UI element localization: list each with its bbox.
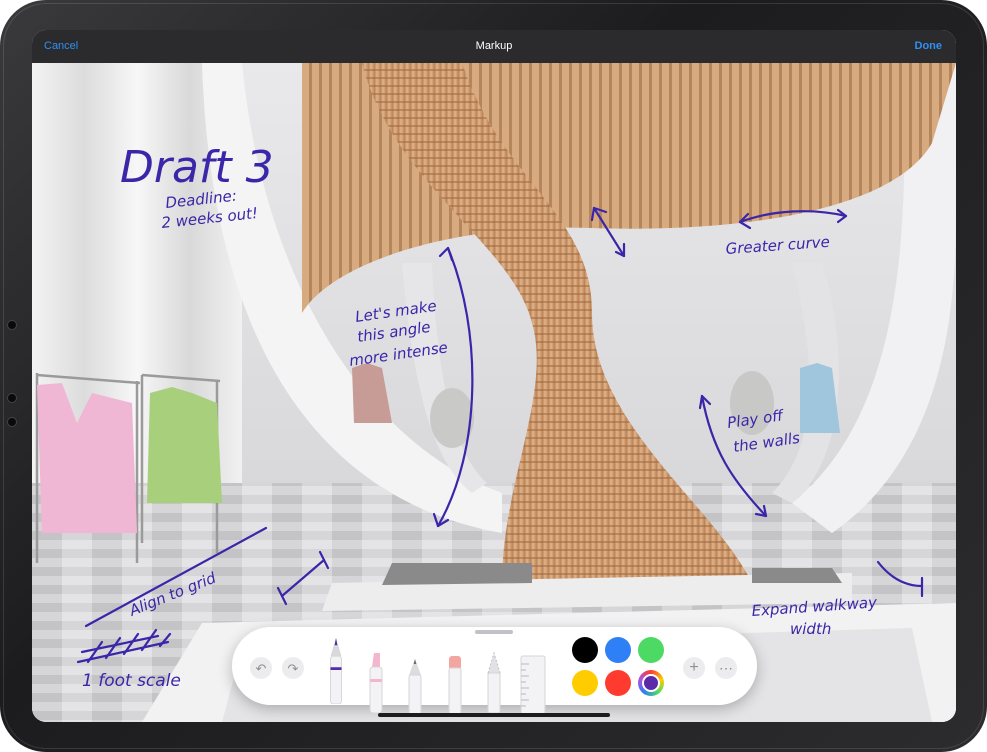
sensor-dot xyxy=(8,394,16,402)
done-button[interactable]: Done xyxy=(915,40,943,52)
marker-tool[interactable] xyxy=(365,648,387,716)
ruler-tool[interactable] xyxy=(519,650,547,718)
plus-icon: + xyxy=(689,659,699,676)
home-indicator[interactable] xyxy=(378,713,610,717)
ipad-frame: Cancel Markup Done Draft 3 Deadline: 2 w… xyxy=(0,0,987,752)
camera-dot xyxy=(8,321,16,329)
toolbar-grabber[interactable] xyxy=(475,630,513,634)
color-swatch-green[interactable] xyxy=(638,637,664,663)
markup-navbar: Cancel Markup Done xyxy=(32,30,956,63)
pen-tool[interactable] xyxy=(325,636,347,704)
nav-title: Markup xyxy=(475,40,513,52)
redo-arrow-icon: ↷ xyxy=(287,660,299,676)
pencil-tool[interactable] xyxy=(404,652,426,720)
undo-arrow-icon: ↶ xyxy=(255,660,267,676)
redo-button[interactable]: ↷ xyxy=(282,657,304,679)
more-button[interactable]: ⋯ xyxy=(715,657,737,679)
photo-canvas[interactable] xyxy=(32,63,956,722)
add-button[interactable]: + xyxy=(683,657,705,679)
undo-button[interactable]: ↶ xyxy=(250,657,272,679)
color-swatch-black[interactable] xyxy=(572,637,598,663)
eraser-tool[interactable] xyxy=(444,650,466,718)
color-swatch-red[interactable] xyxy=(605,670,631,696)
ellipsis-icon: ⋯ xyxy=(719,660,733,676)
sensor-dot xyxy=(8,418,16,426)
selected-color-icon xyxy=(644,676,658,690)
screen: Cancel Markup Done Draft 3 Deadline: 2 w… xyxy=(32,30,956,722)
color-swatch-yellow[interactable] xyxy=(572,670,598,696)
lasso-tool[interactable] xyxy=(483,648,505,716)
color-picker-button[interactable] xyxy=(638,670,664,696)
color-swatch-blue[interactable] xyxy=(605,637,631,663)
